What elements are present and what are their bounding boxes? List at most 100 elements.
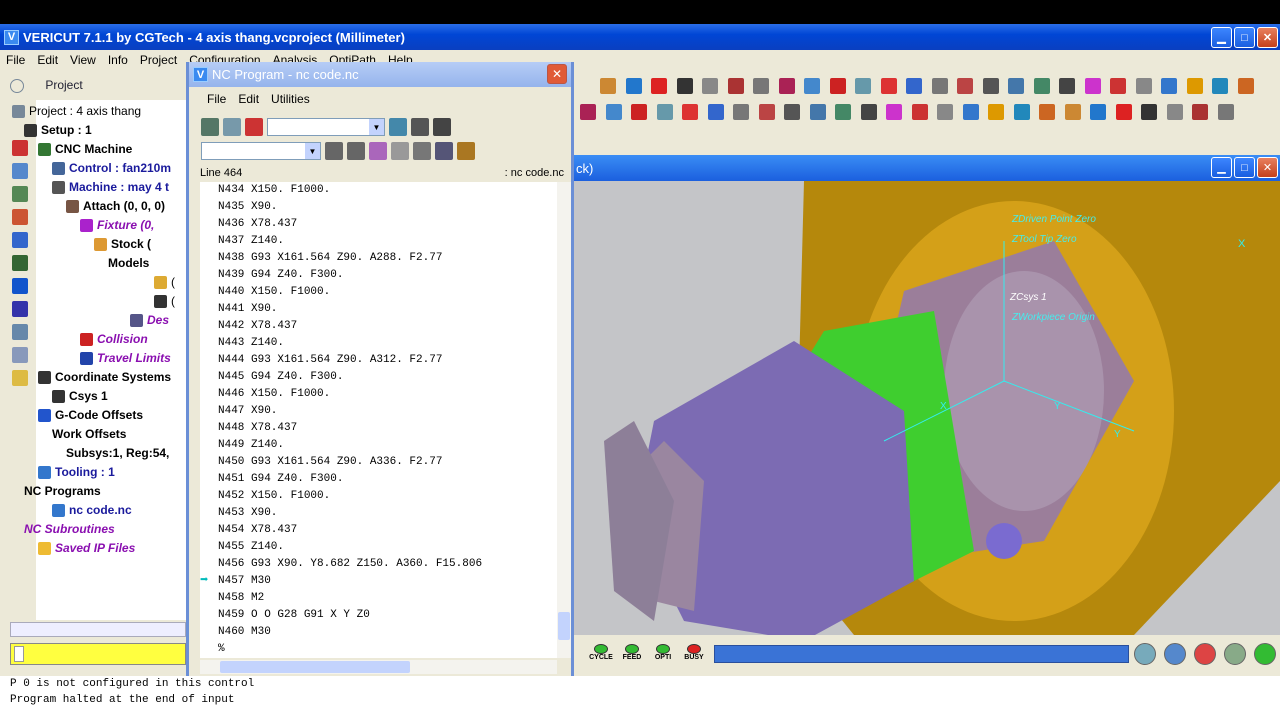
toolbar-button-icon[interactable] [1166,104,1183,120]
tree-item[interactable]: Saved IP Files [38,541,135,556]
erase-icon[interactable] [391,142,409,160]
toolbar-button-icon[interactable] [702,78,718,94]
toolbar-button-icon[interactable] [656,104,673,120]
toolbar-button-icon[interactable] [580,104,596,120]
menu-edit[interactable]: Edit [31,53,64,67]
toolbar-button-icon[interactable] [962,104,979,120]
toolbar-button-icon[interactable] [988,104,1004,120]
code-line[interactable]: N450 G93 X161.564 Z90. A336. F2.77 [200,454,557,471]
toolbar-button-icon[interactable] [1059,78,1075,94]
tag-icon[interactable] [369,142,387,160]
toolbar-button-icon[interactable] [1217,104,1234,120]
tree-item[interactable]: Tooling : 1 [38,465,115,480]
maximize-button[interactable]: □ [1234,27,1255,48]
rewind-icon[interactable] [1164,643,1186,665]
tree-item[interactable]: CNC Machine [38,142,132,157]
toolbar-button-icon[interactable] [758,104,775,120]
tree-item[interactable]: nc code.nc [52,503,132,518]
toolbar-button-icon[interactable] [937,104,953,120]
tree-item[interactable]: Travel Limits [80,351,171,366]
toolbar-button-icon[interactable] [600,78,616,94]
code-line[interactable]: N454 X78.437 [200,522,557,539]
viewport-maximize-button[interactable]: □ [1234,157,1255,178]
toolbar-button-icon[interactable] [1110,78,1126,94]
tree-item[interactable]: Collision [80,332,148,347]
code-line[interactable]: N456 G93 X90. Y8.682 Z150. A360. F15.806 [200,556,557,573]
save-icon[interactable] [223,118,241,136]
toolbar-button-icon[interactable] [1013,104,1030,120]
code-line[interactable]: N442 X78.437 [200,318,557,335]
toolbar-button-icon[interactable] [1237,78,1254,94]
close-button[interactable]: ✕ [1257,27,1278,48]
code-line[interactable]: N451 G94 Z40. F300. [200,471,557,488]
tree-scrollbar[interactable] [10,622,186,637]
code-horizontal-scrollbar[interactable] [200,660,557,674]
toolbar-button-icon[interactable] [906,78,922,94]
tree-item[interactable]: Fixture (0, [80,218,154,233]
code-vertical-scrollbar[interactable] [557,182,571,658]
animation-slider[interactable] [714,645,1129,663]
stop-icon[interactable] [1194,643,1216,665]
toolbar-button-icon[interactable] [1212,78,1228,94]
layout-icon[interactable] [435,142,453,160]
minimize-button[interactable]: ▁ [1211,27,1232,48]
tree-item[interactable]: ( [154,294,175,309]
nc-menu-utilities[interactable]: Utilities [271,92,310,106]
check-icon[interactable] [245,118,263,136]
toolbar-button-icon[interactable] [1008,78,1024,94]
toolbar-button-icon[interactable] [886,104,902,120]
edit-icon[interactable] [457,142,475,160]
nc-menu-edit[interactable]: Edit [238,92,259,106]
code-line[interactable]: N460 M30 [200,624,557,641]
code-line[interactable]: N446 X150. F1000. [200,386,557,403]
toolbar-button-icon[interactable] [1039,104,1055,120]
code-line[interactable]: N453 X90. [200,505,557,522]
tree-item[interactable]: NC Programs [24,484,101,498]
tree-item[interactable]: Setup : 1 [24,123,92,138]
toolbar-button-icon[interactable] [707,104,724,120]
tree-item[interactable]: Subsys:1, Reg:54, [66,446,169,460]
step-up-icon[interactable] [325,142,343,160]
toolbar-button-icon[interactable] [1141,104,1157,120]
toolbar-button-icon[interactable] [809,104,826,120]
tree-item[interactable]: Csys 1 [52,389,108,404]
toolbar-button-icon[interactable] [1186,78,1203,94]
code-line[interactable]: N445 G94 Z40. F300. [200,369,557,386]
nc-menu-file[interactable]: File [207,92,226,106]
binoculars-icon[interactable] [411,118,429,136]
step-down-icon[interactable] [347,142,365,160]
toolbar-button-icon[interactable] [1135,78,1152,94]
search-combo[interactable]: ▼ [267,118,385,136]
code-line[interactable]: N447 X90. [200,403,557,420]
code-line[interactable]: N441 X90. [200,301,557,318]
tree-item[interactable]: Models [108,256,149,270]
tree-item[interactable]: G-Code Offsets [38,408,143,423]
viewport-minimize-button[interactable]: ▁ [1211,157,1232,178]
3d-viewport[interactable]: ck) ▁ □ ✕ X X Y Y ZDriven Point Zero ZTo… [574,155,1280,635]
code-line[interactable]: N457 M30 ➡ [200,573,557,590]
toolbar-button-icon[interactable] [804,78,820,94]
nc-close-button[interactable]: ✕ [547,64,567,84]
find-next-icon[interactable] [433,118,451,136]
code-line[interactable]: N444 G93 X161.564 Z90. A312. F2.77 [200,352,557,369]
filter-combo[interactable]: ▼ [201,142,321,160]
tree-item[interactable]: Coordinate Systems [38,370,171,385]
toolbar-button-icon[interactable] [682,104,698,120]
toolbar-button-icon[interactable] [860,104,877,120]
code-line[interactable]: N458 M2 [200,590,557,607]
step-icon[interactable] [1224,643,1246,665]
code-line[interactable]: N436 X78.437 [200,216,557,233]
print-icon[interactable] [201,118,219,136]
menu-file[interactable]: File [0,53,31,67]
play-icon[interactable] [1254,643,1276,665]
code-line[interactable]: N440 X150. F1000. [200,284,557,301]
code-line[interactable]: N452 X150. F1000. [200,488,557,505]
toolbar-button-icon[interactable] [605,104,622,120]
toolbar-button-icon[interactable] [733,104,749,120]
code-line[interactable]: N449 Z140. [200,437,557,454]
toolbar-button-icon[interactable] [982,78,999,94]
toolbar-button-icon[interactable] [835,104,851,120]
tree-item[interactable]: Stock ( [94,237,151,252]
toolbar-button-icon[interactable] [1115,104,1132,120]
toolbar-button-icon[interactable] [651,78,667,94]
